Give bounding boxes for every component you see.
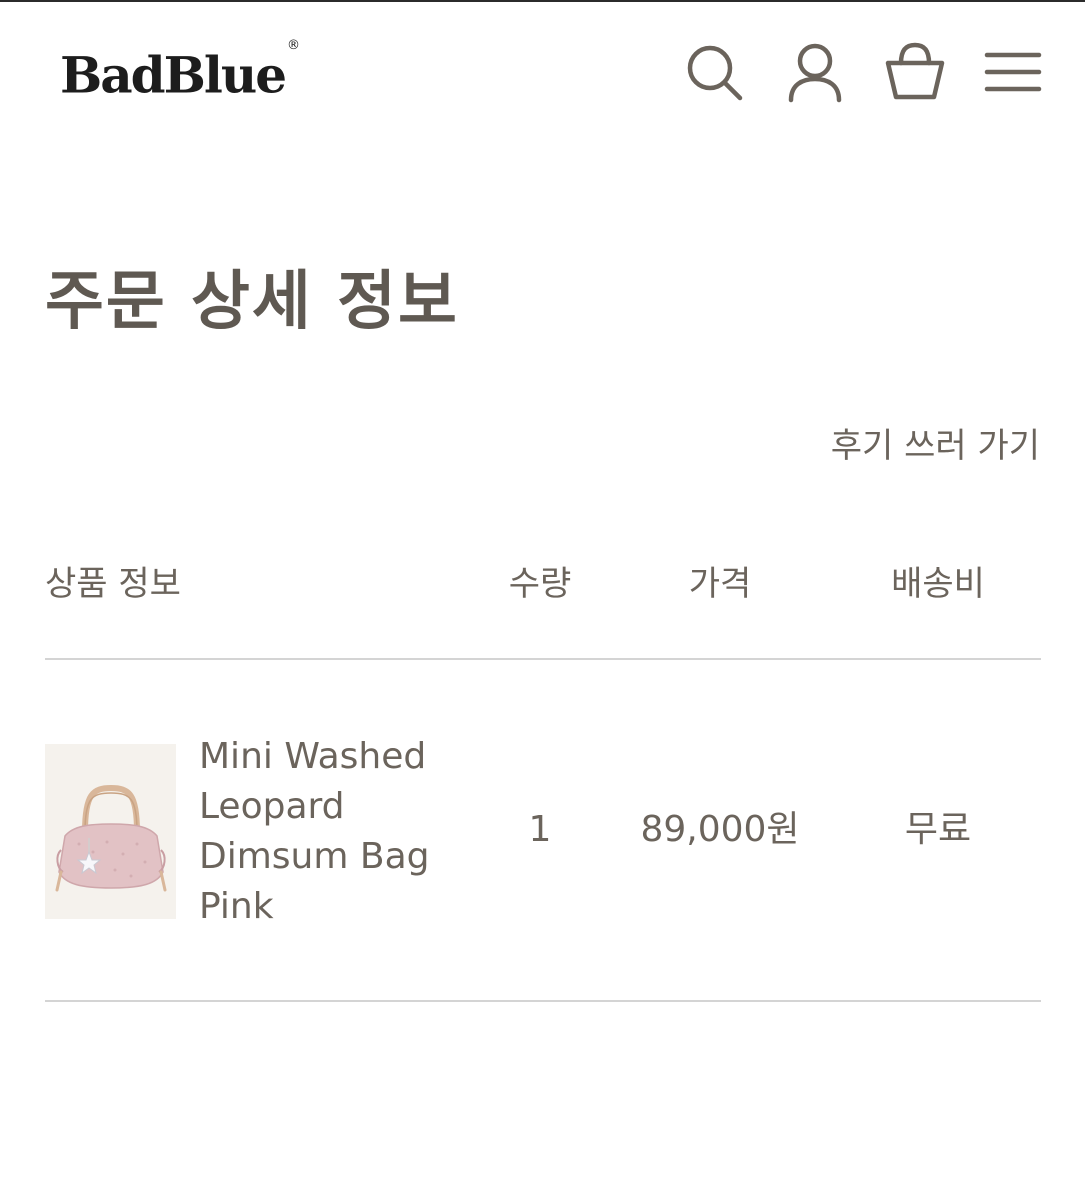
user-icon <box>788 43 842 103</box>
site-header: BadBlue® <box>0 2 1085 142</box>
registered-mark: ® <box>287 38 301 53</box>
cart-button[interactable] <box>884 40 946 104</box>
search-button[interactable] <box>683 40 745 104</box>
order-items-table: 상품 정보 수량 가격 배송비 Mini Washed Leopard Dims… <box>45 548 1041 1002</box>
header-product-info: 상품 정보 <box>45 564 181 604</box>
header-quantity: 수량 <box>508 564 572 604</box>
logo-text: BadBlue <box>60 45 287 105</box>
product-name-link[interactable]: Mini Washed Leopard Dimsum Bag Pink <box>199 732 449 932</box>
menu-icon <box>984 52 1042 92</box>
cart-icon <box>885 42 945 100</box>
product-image[interactable] <box>45 744 176 919</box>
header-price: 가격 <box>688 564 752 604</box>
handbag-image <box>45 744 176 919</box>
page-title: 주문 상세 정보 <box>45 265 459 339</box>
menu-button[interactable] <box>982 40 1044 104</box>
search-icon <box>687 45 743 101</box>
item-shipping-fee: 무료 <box>904 809 972 850</box>
table-row: Mini Washed Leopard Dimsum Bag Pink 1 89… <box>45 660 1041 1002</box>
header-shipping: 배송비 <box>891 564 985 604</box>
write-review-link[interactable]: 후기 쓰러 가기 <box>831 423 1040 469</box>
item-price: 89,000원 <box>640 809 800 850</box>
item-quantity: 1 <box>528 809 552 850</box>
account-button[interactable] <box>784 40 846 104</box>
brand-logo[interactable]: BadBlue® <box>60 38 300 106</box>
table-header: 상품 정보 수량 가격 배송비 <box>45 548 1041 660</box>
